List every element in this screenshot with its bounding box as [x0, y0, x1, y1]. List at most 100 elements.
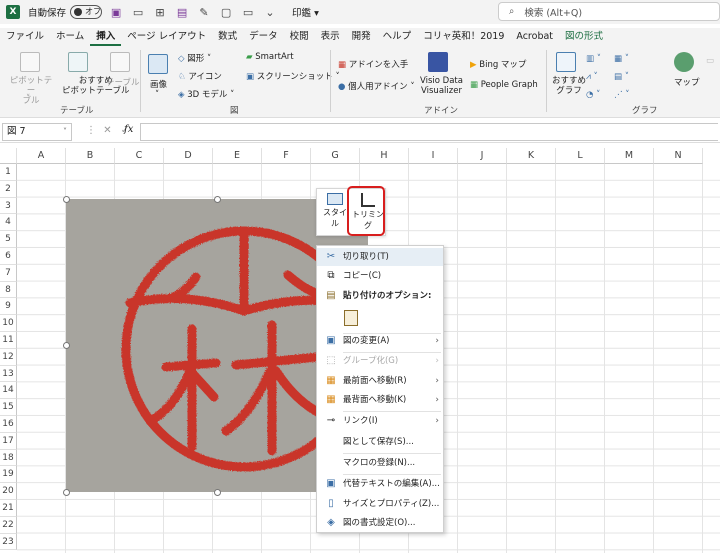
scatter-chart-icon[interactable]: ⋰ ˅ — [614, 90, 629, 100]
menu-item-link[interactable]: ⊸ リンク(I) › — [317, 412, 443, 430]
row-header-17[interactable]: 17 — [0, 432, 17, 450]
tab-insert[interactable]: 挿入 — [90, 28, 122, 46]
row-header-11[interactable]: 11 — [0, 332, 17, 349]
chevron-down-icon[interactable]: ˅ — [63, 124, 67, 140]
column-header-l[interactable]: L — [556, 148, 605, 164]
column-header-n[interactable]: N — [654, 148, 703, 164]
row-header-4[interactable]: 4 — [0, 214, 17, 232]
row-header-21[interactable]: 21 — [0, 500, 17, 517]
line-chart-icon[interactable]: ⩘ ˅ — [586, 72, 598, 82]
screenshot-button[interactable]: ▣ スクリーンショット ˅ — [246, 70, 340, 82]
clipboard-icon[interactable]: ▢ — [218, 4, 234, 20]
print-title[interactable]: 印鑑 ▾ — [292, 5, 319, 19]
images-button[interactable]: 画像 — [150, 78, 167, 90]
hierarchy-chart-icon[interactable]: ▦ ˅ — [614, 54, 629, 64]
row-header-1[interactable]: 1 — [0, 164, 17, 181]
row-header-7[interactable]: 7 — [0, 264, 17, 282]
icons-button[interactable]: ♘ アイコン — [178, 70, 222, 82]
pivot-table-button[interactable]: ピボットテー ブル — [8, 76, 54, 106]
column-header-c[interactable]: C — [115, 148, 164, 164]
row-header-13[interactable]: 13 — [0, 365, 17, 383]
save-as-icon[interactable]: ▤ — [174, 4, 190, 20]
resize-handle[interactable] — [214, 489, 221, 496]
tab-acrobat[interactable]: Acrobat — [510, 28, 559, 46]
search-input[interactable]: ⌕ 検索 (Alt+Q) — [498, 2, 720, 21]
row-header-22[interactable]: 22 — [0, 516, 17, 534]
formula-input[interactable] — [140, 123, 718, 141]
name-box[interactable]: 図 7 ˅ — [2, 123, 72, 141]
row-header-18[interactable]: 18 — [0, 449, 17, 467]
resize-handle[interactable] — [63, 489, 70, 496]
paste-option-icon[interactable] — [344, 310, 358, 326]
column-header-e[interactable]: E — [213, 148, 262, 164]
row-header-15[interactable]: 15 — [0, 399, 17, 416]
pie-chart-icon[interactable]: ◔ ˅ — [586, 90, 600, 100]
menu-item-group[interactable]: ⬚ グループ化(G) › — [317, 352, 443, 370]
row-header-3[interactable]: 3 — [0, 197, 17, 215]
select-all-corner[interactable] — [0, 148, 17, 164]
menu-item-copy[interactable]: ⧉ コピー(C) — [317, 267, 443, 285]
row-header-5[interactable]: 5 — [0, 231, 17, 248]
shapes-button[interactable]: ◇ 図形 ˅ — [178, 52, 211, 64]
tab-korya[interactable]: コリャ英和！2019 — [417, 28, 510, 46]
people-graph-button[interactable]: ▦ People Graph — [470, 80, 538, 90]
bing-maps-button[interactable]: ▶ Bing マップ — [470, 58, 526, 70]
tab-home[interactable]: ホーム — [50, 28, 90, 46]
menu-item-send-back[interactable]: ▦ 最背面へ移動(K) › — [317, 391, 443, 409]
row-header-9[interactable]: 9 — [0, 298, 17, 316]
3d-models-button[interactable]: ◈ 3D モデル ˅ — [178, 88, 234, 100]
tab-view[interactable]: 表示 — [315, 28, 346, 46]
tab-data[interactable]: データ — [243, 28, 284, 46]
save-icon[interactable]: ▣ — [108, 4, 124, 20]
column-header-f[interactable]: F — [262, 148, 311, 164]
row-header-23[interactable]: 23 — [0, 533, 17, 551]
menu-item-size-properties[interactable]: ▯ サイズとプロパティ(Z)... — [317, 495, 443, 513]
maps-button[interactable]: マップ — [674, 76, 700, 88]
resize-handle[interactable] — [63, 196, 70, 203]
row-header-14[interactable]: 14 — [0, 382, 17, 400]
tab-developer[interactable]: 開発 — [346, 28, 377, 46]
table-icon[interactable]: ⊞ — [152, 4, 168, 20]
resize-handle[interactable] — [63, 342, 70, 349]
menu-item-change-picture[interactable]: ▣ 図の変更(A) › — [317, 332, 443, 350]
menu-item-save-as-picture[interactable]: 図として保存(S)... — [317, 433, 443, 451]
row-header-8[interactable]: 8 — [0, 281, 17, 299]
menu-item-format-picture[interactable]: ◈ 図の書式設定(O)... — [317, 514, 443, 532]
menu-item-bring-front[interactable]: ▦ 最前面へ移動(R) › — [317, 372, 443, 390]
bar-chart-icon[interactable]: ▥ ˅ — [586, 54, 601, 64]
tab-file[interactable]: ファイル — [0, 28, 50, 46]
insert-function-button[interactable]: fx — [124, 124, 133, 135]
row-header-10[interactable]: 10 — [0, 315, 17, 332]
resize-handle[interactable] — [214, 196, 221, 203]
folder-icon[interactable]: ▭ — [240, 4, 256, 20]
tab-formulas[interactable]: 数式 — [212, 28, 243, 46]
menu-item-cut[interactable]: ✂ 切り取り(T) — [317, 248, 443, 266]
stat-chart-icon[interactable]: ▤ ˅ — [614, 72, 629, 82]
get-addins-button[interactable]: ▦ アドインを入手 — [338, 58, 408, 70]
row-header-19[interactable]: 19 — [0, 466, 17, 484]
column-header-a[interactable]: A — [17, 148, 66, 164]
recommended-charts-button[interactable]: おすすめ グラフ — [552, 76, 586, 96]
autosave-toggle[interactable]: オフ — [70, 5, 103, 19]
menu-item-edit-alt-text[interactable]: ▣ 代替テキストの編集(A)... — [317, 475, 443, 493]
tab-page-layout[interactable]: ページ レイアウト — [121, 28, 212, 46]
tab-picture-format[interactable]: 図の形式 — [559, 28, 609, 46]
column-header-j[interactable]: J — [458, 148, 507, 164]
edit-icon[interactable]: ✎ — [196, 4, 212, 20]
my-addins-button[interactable]: ● 個人用アドイン ˅ — [338, 80, 415, 92]
tab-review[interactable]: 校閲 — [284, 28, 315, 46]
row-header-16[interactable]: 16 — [0, 416, 17, 433]
column-header-h[interactable]: H — [360, 148, 409, 164]
menu-item-assign-macro[interactable]: マクロの登録(N)... — [317, 454, 443, 472]
images-caret[interactable]: ˅ — [155, 90, 159, 100]
style-button[interactable]: スタイ ル — [321, 193, 349, 229]
column-header-b[interactable]: B — [66, 148, 115, 164]
column-header-k[interactable]: K — [507, 148, 556, 164]
row-header-20[interactable]: 20 — [0, 483, 17, 500]
visio-data-visualizer-button[interactable]: Visio Data Visualizer — [420, 76, 463, 96]
pivot-table-caret[interactable]: ˅ — [26, 94, 30, 104]
row-header-12[interactable]: 12 — [0, 348, 17, 366]
row-header-6[interactable]: 6 — [0, 248, 17, 265]
open-folder-icon[interactable]: ▭ — [130, 4, 146, 20]
column-header-m[interactable]: M — [605, 148, 654, 164]
